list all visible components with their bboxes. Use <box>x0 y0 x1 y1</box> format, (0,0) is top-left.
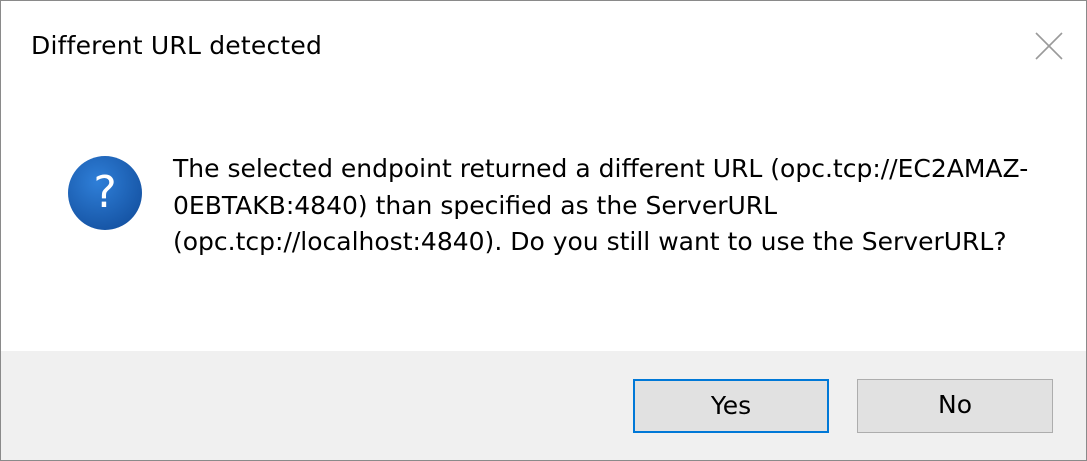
dialog-content: ? The selected endpoint returned a diffe… <box>1 93 1086 351</box>
yes-button[interactable]: Yes <box>633 379 829 433</box>
message-dialog: Different URL detected ? The selected en… <box>0 0 1087 461</box>
dialog-message: The selected endpoint returned a differe… <box>173 154 1029 256</box>
svg-text:?: ? <box>93 167 116 218</box>
close-icon <box>1032 29 1066 63</box>
button-bar: Yes No <box>1 351 1086 460</box>
close-button[interactable] <box>1032 29 1066 63</box>
no-button[interactable]: No <box>857 379 1053 433</box>
title-bar: Different URL detected <box>1 1 1086 93</box>
question-icon: ? <box>67 155 143 231</box>
dialog-title: Different URL detected <box>31 31 323 60</box>
